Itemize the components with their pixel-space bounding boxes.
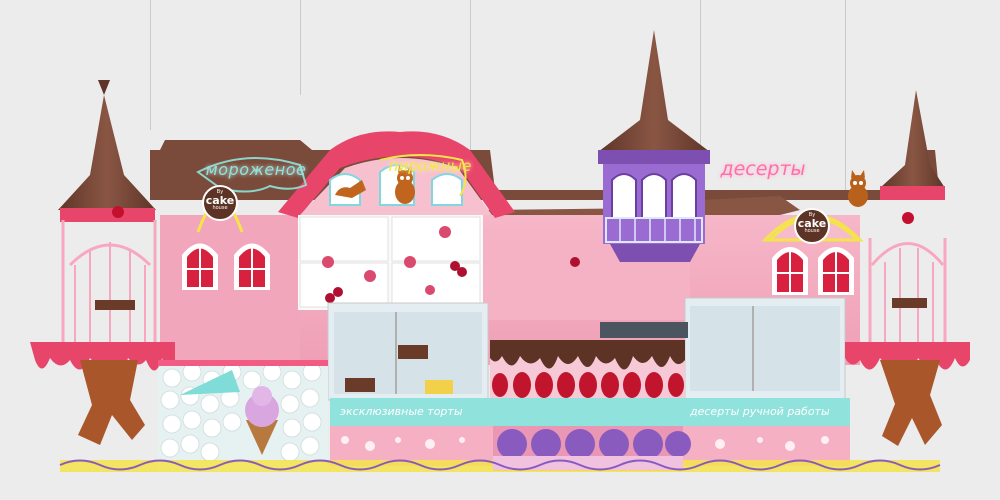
left-tower-spire xyxy=(58,95,156,210)
counter-label-cakes: эксклюзивные торты xyxy=(340,405,463,418)
gingerbread-tree xyxy=(78,360,145,445)
counter-label-desserts: десерты ручной работы xyxy=(690,405,830,418)
neon-sign-icecream: мороженое xyxy=(205,160,307,179)
display-case-right xyxy=(684,297,846,401)
neon-sign-desserts: десерты xyxy=(720,158,806,180)
window-right-2 xyxy=(818,247,854,295)
right-tower-spire xyxy=(880,90,945,188)
central-tower-spire xyxy=(598,30,710,152)
cat-figure xyxy=(848,170,868,207)
logo-right-text: By cake house xyxy=(795,213,829,234)
gingerbread-tree xyxy=(880,360,942,446)
window-left-1 xyxy=(182,243,218,290)
cake-house-facade xyxy=(30,30,970,472)
window-left-2 xyxy=(234,243,270,290)
neon-sign-pastries: пирожные xyxy=(388,157,472,175)
window-right-1 xyxy=(772,247,808,295)
strawberry-row xyxy=(492,372,684,398)
display-case-left xyxy=(327,302,489,401)
logo-left-text: By cake house xyxy=(203,190,237,211)
